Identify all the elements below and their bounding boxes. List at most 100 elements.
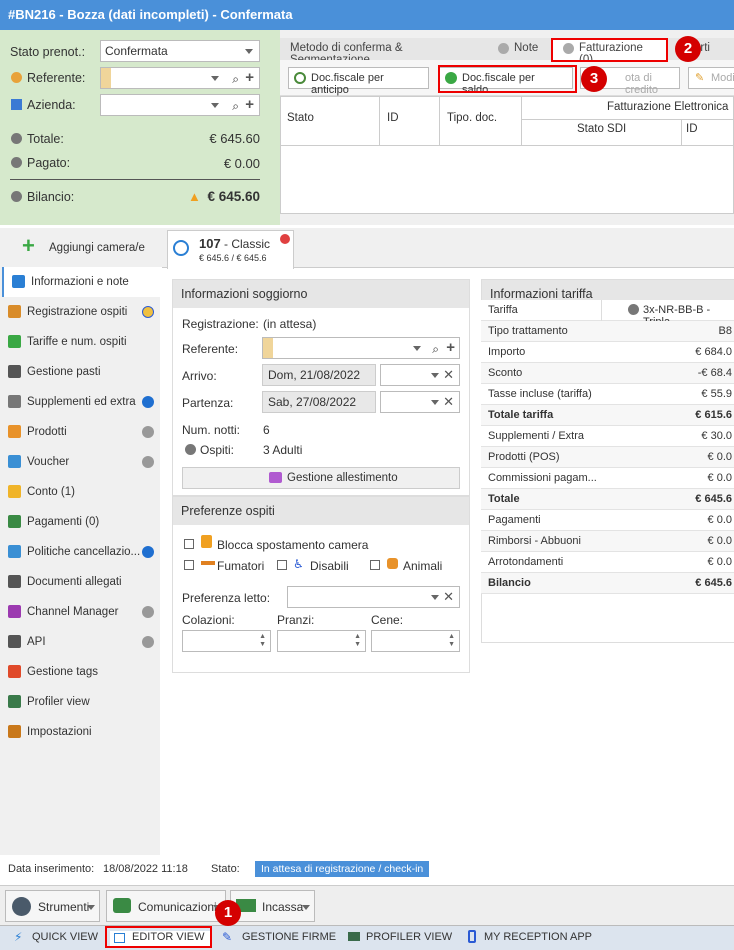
comunicazioni-button[interactable]: Comunicazioni (106, 890, 226, 922)
gestione-firme-tab[interactable]: ✎ GESTIONE FIRME (222, 930, 337, 944)
search-icon[interactable]: ⌕ (232, 72, 239, 87)
sidebar-item-16[interactable]: Impostazioni (0, 717, 160, 747)
disabili-checkbox[interactable] (277, 560, 287, 570)
sidebar-item-1[interactable]: Informazioni e note (2, 267, 162, 297)
allestimento-button[interactable]: Gestione allestimento (182, 467, 460, 489)
partenza-time[interactable]: ✕ (380, 391, 460, 413)
add-icon[interactable]: + (245, 96, 254, 113)
status-dot-icon (142, 546, 154, 558)
bilancio-label: Bilancio: (27, 190, 75, 204)
gestione-firme-label: GESTIONE FIRME (242, 931, 337, 943)
strumenti-button[interactable]: Strumenti (5, 890, 100, 922)
reception-app-tab[interactable]: MY RECEPTION APP (464, 930, 592, 943)
tariffa-row: Importo € 684.0 (481, 342, 734, 363)
clear-icon[interactable]: ✕ (443, 589, 454, 605)
stato-select[interactable]: Confermata (100, 40, 260, 62)
pagato-value: € 0.00 (223, 156, 260, 171)
tab-note[interactable]: Note (488, 38, 552, 60)
letto-select[interactable]: ✕ (287, 586, 460, 608)
sidebar-item-7[interactable]: Voucher (0, 447, 160, 477)
pranzi-stepper[interactable]: ▲ ▼ (277, 630, 366, 652)
tariffa-value: € 645.6 (695, 493, 732, 505)
sidebar-item-12[interactable]: Channel Manager (0, 597, 160, 627)
sidebar-item-label: Documenti allegati (27, 576, 122, 588)
bell-icon (8, 395, 21, 408)
close-icon[interactable] (280, 234, 290, 244)
colazioni-stepper[interactable]: ▲ ▼ (182, 630, 271, 652)
folder-icon (8, 485, 21, 498)
chevron-down-icon (302, 905, 310, 910)
grid-col-sep (681, 119, 682, 145)
partenza-date[interactable]: Sab, 27/08/2022 (262, 391, 376, 413)
stepper-icon: ▲ ▼ (259, 633, 266, 648)
status-dot-icon (142, 426, 154, 438)
col-stato-sdi[interactable]: Stato SDI (577, 123, 626, 135)
money-icon (8, 515, 21, 528)
add-icon[interactable]: + (245, 69, 254, 86)
quick-view-label: QUICK VIEW (32, 931, 99, 943)
tariffa-key: Tipo trattamento (488, 325, 568, 337)
help-icon (11, 133, 22, 144)
callout-box-3 (438, 65, 577, 93)
col-id-sdi[interactable]: ID (686, 123, 698, 135)
referente-field[interactable]: ⌕ + (100, 67, 260, 89)
help-icon (11, 157, 22, 168)
sidebar-item-15[interactable]: Profiler view (0, 687, 160, 717)
window-title: #BN216 - Bozza (dati incompleti) - Confe… (0, 0, 734, 30)
tariffa-value: € 645.6 (695, 577, 732, 589)
arrivo-date[interactable]: Dom, 21/08/2022 (262, 364, 376, 386)
doc-anticipo-label: Doc.fiscale per anticipo (311, 72, 384, 96)
callout-badge-2: 2 (675, 36, 701, 62)
tariffa-key: Arrotondamenti (488, 556, 564, 568)
col-stato[interactable]: Stato (287, 112, 314, 124)
add-room-button[interactable]: + Aggiungi camera/e (0, 228, 160, 268)
search-icon[interactable]: ⌕ (432, 342, 439, 357)
sidebar-item-8[interactable]: Conto (1) (0, 477, 160, 507)
allestimento-label: Gestione allestimento (287, 472, 398, 484)
animali-checkbox[interactable] (370, 560, 380, 570)
modifica-button[interactable]: ✎ Modi (688, 67, 734, 89)
arrivo-time[interactable]: ✕ (380, 364, 460, 386)
sidebar-item-10[interactable]: Politiche cancellazio... (0, 537, 160, 567)
doc-anticipo-button[interactable]: Doc.fiscale per anticipo (288, 67, 429, 96)
chevron-down-icon (245, 49, 253, 54)
colazioni-label: Colazioni: (182, 613, 235, 627)
sidebar-item-6[interactable]: Prodotti (0, 417, 160, 447)
cene-stepper[interactable]: ▲ ▼ (371, 630, 460, 652)
sidebar-item-11[interactable]: Documenti allegati (0, 567, 160, 597)
sidebar-item-5[interactable]: Supplementi ed extra (0, 387, 160, 417)
tariffa-row: Commissioni pagam... € 0.0 (481, 468, 734, 489)
incassa-button[interactable]: Incassa (230, 890, 315, 922)
soggiorno-referente-field[interactable]: ⌕ + (262, 337, 460, 359)
quick-view-tab[interactable]: ⚡ QUICK VIEW (12, 930, 99, 944)
comunicazioni-label: Comunicazioni (138, 900, 217, 914)
soggiorno-panel: Informazioni soggiorno Registrazione: (i… (172, 279, 470, 496)
add-icon[interactable]: + (446, 339, 455, 356)
monitor-icon (8, 695, 21, 708)
blocca-checkbox[interactable] (184, 539, 194, 549)
fumatori-checkbox[interactable] (184, 560, 194, 570)
sidebar-item-14[interactable]: Gestione tags (0, 657, 160, 687)
sidebar-item-label: Prodotti (27, 426, 67, 438)
tab-metodo[interactable]: Metodo di conferma & Segmentazione (280, 38, 486, 66)
tariffa-row: Totale tariffa € 615.6 (481, 405, 734, 426)
pet-icon (387, 558, 398, 569)
incassa-label: Incassa (262, 900, 304, 914)
warning-icon: ▲ (188, 189, 201, 204)
sidebar-item-2[interactable]: Registrazione ospiti (0, 297, 160, 327)
clear-icon[interactable]: ✕ (443, 394, 454, 410)
tariffa-row: Supplementi / Extra € 30.0 (481, 426, 734, 447)
col-id[interactable]: ID (387, 112, 399, 124)
profiler-view-tab[interactable]: PROFILER VIEW (346, 931, 452, 943)
col-tipo-doc[interactable]: Tipo. doc. (447, 112, 497, 124)
signature-icon: ✎ (222, 930, 233, 944)
clear-icon[interactable]: ✕ (443, 367, 454, 383)
azienda-field[interactable]: ⌕ + (100, 94, 260, 116)
sidebar-item-9[interactable]: Pagamenti (0) (0, 507, 160, 537)
search-icon[interactable]: ⌕ (232, 99, 239, 114)
sidebar-item-3[interactable]: Tariffe e num. ospiti (0, 327, 160, 357)
sidebar-item-4[interactable]: Gestione pasti (0, 357, 160, 387)
arrivo-label: Arrivo: (182, 369, 217, 383)
room-tab-107[interactable]: 107 - Classic € 645.6 / € 645.6 (167, 230, 294, 269)
sidebar-item-13[interactable]: API (0, 627, 160, 657)
